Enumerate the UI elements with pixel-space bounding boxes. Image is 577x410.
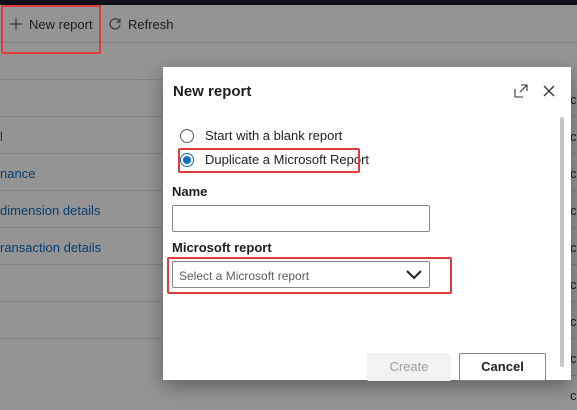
dialog-scrollbar[interactable] <box>560 117 564 367</box>
expand-icon[interactable] <box>513 83 529 99</box>
microsoft-report-label: Microsoft report <box>172 240 272 255</box>
blank-report-label: Start with a blank report <box>205 128 343 143</box>
cancel-button[interactable]: Cancel <box>459 353 546 381</box>
name-label: Name <box>172 184 208 199</box>
dialog-title: New report <box>173 83 252 100</box>
blank-report-option[interactable]: Start with a blank report <box>180 128 342 143</box>
create-button[interactable]: Create <box>367 353 451 381</box>
new-report-highlight <box>1 5 101 54</box>
blank-report-radio[interactable] <box>180 128 194 143</box>
microsoft-report-highlight <box>167 257 452 294</box>
duplicate-option-highlight <box>178 148 360 173</box>
new-report-dialog: New report Start with a blank report Dup… <box>163 67 571 381</box>
name-field[interactable] <box>172 205 430 232</box>
close-icon[interactable] <box>541 83 557 99</box>
